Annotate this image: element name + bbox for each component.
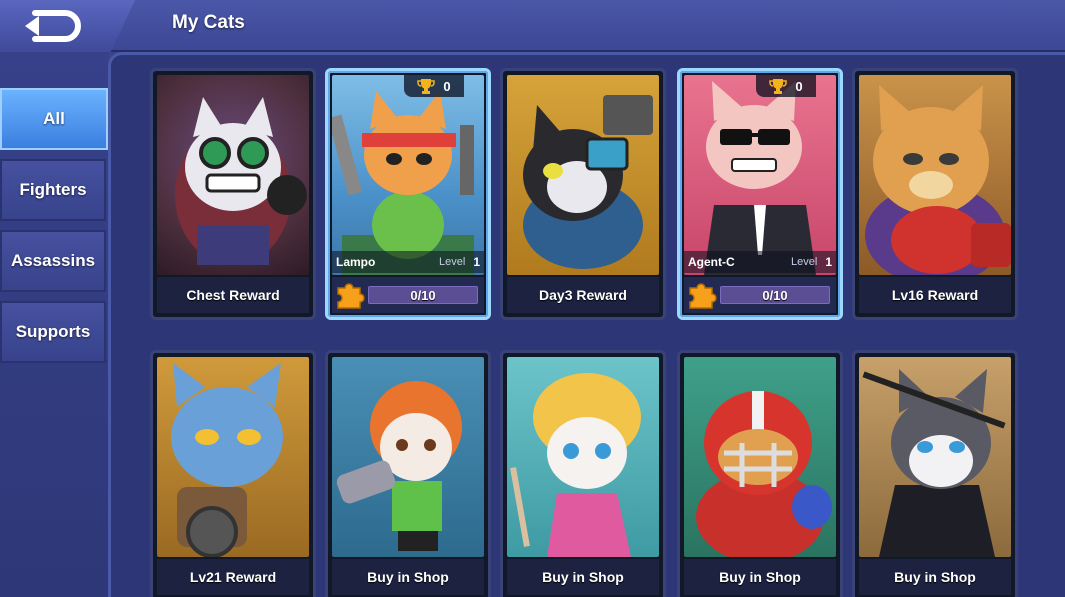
shard-progress: 0/10 [368,286,478,304]
card-progress-bar: 0/10 [684,277,836,313]
card-label: Day3 Reward [507,277,659,313]
cat-portrait [859,357,1011,557]
tab-fighters[interactable]: Fighters [0,159,106,221]
trophy-value: 0 [443,78,451,94]
cat-portrait [684,75,836,275]
cat-card-buy-in-shop-3[interactable]: Buy in Shop [677,350,843,597]
trophy-value: 0 [795,78,803,94]
category-sidebar: All Fighters Assassins Supports [0,52,122,597]
tab-supports[interactable]: Supports [0,301,106,363]
cat-portrait [684,357,836,557]
cat-card-buy-in-shop-2[interactable]: Buy in Shop [500,350,666,597]
trophy-count: 0 [756,75,816,97]
cat-card-lampo[interactable]: 0 Lampo Level 1 0/10 [325,68,491,320]
cat-card-lv16-reward[interactable]: Lv16 Reward [852,68,1018,320]
trophy-icon [769,79,788,94]
cat-portrait [507,75,659,275]
card-label: Lv21 Reward [157,559,309,595]
cat-portrait [859,75,1011,275]
card-progress-bar: 0/10 [332,277,484,313]
cat-portrait [507,357,659,557]
cat-portrait [332,357,484,557]
card-label: Lv16 Reward [859,277,1011,313]
puzzle-piece-icon [337,283,365,309]
cat-portrait [157,357,309,557]
header-bar: My Cats [0,0,1065,52]
tab-all[interactable]: All [0,88,122,150]
card-label: Buy in Shop [507,559,659,595]
trophy-count: 0 [404,75,464,97]
cat-card-agent-c[interactable]: 0 Agent-C Level 1 0/10 [677,68,843,320]
cat-card-day3-reward[interactable]: Day3 Reward [500,68,666,320]
cat-name: Lampo [336,255,376,269]
card-label: Chest Reward [157,277,309,313]
level-label: Level [439,256,466,268]
trophy-icon [417,79,436,94]
cat-name: Agent-C [688,255,735,269]
cat-card-buy-in-shop-1[interactable]: Buy in Shop [325,350,491,597]
cat-level: Level 1 [439,255,480,269]
back-button[interactable] [0,0,135,52]
cat-card-lv21-reward[interactable]: Lv21 Reward [150,350,316,597]
shard-progress: 0/10 [720,286,830,304]
cat-portrait [332,75,484,275]
back-arrow-icon [24,10,81,42]
level-value: 1 [473,255,480,269]
card-label: Buy in Shop [684,559,836,595]
cat-portrait [157,75,309,275]
cat-info-row: Lampo Level 1 [332,251,484,273]
cat-card-buy-in-shop-4[interactable]: Buy in Shop [852,350,1018,597]
cat-info-row: Agent-C Level 1 [684,251,836,273]
cat-level: Level 1 [791,255,832,269]
level-value: 1 [825,255,832,269]
cat-card-chest-reward[interactable]: Chest Reward [150,68,316,320]
card-label: Buy in Shop [332,559,484,595]
puzzle-piece-icon [689,283,717,309]
page-title: My Cats [172,12,245,33]
tab-assassins[interactable]: Assassins [0,230,106,292]
card-label: Buy in Shop [859,559,1011,595]
my-cats-screen: My Cats All Fighters Assassins Supports … [0,0,1065,597]
level-label: Level [791,256,818,268]
